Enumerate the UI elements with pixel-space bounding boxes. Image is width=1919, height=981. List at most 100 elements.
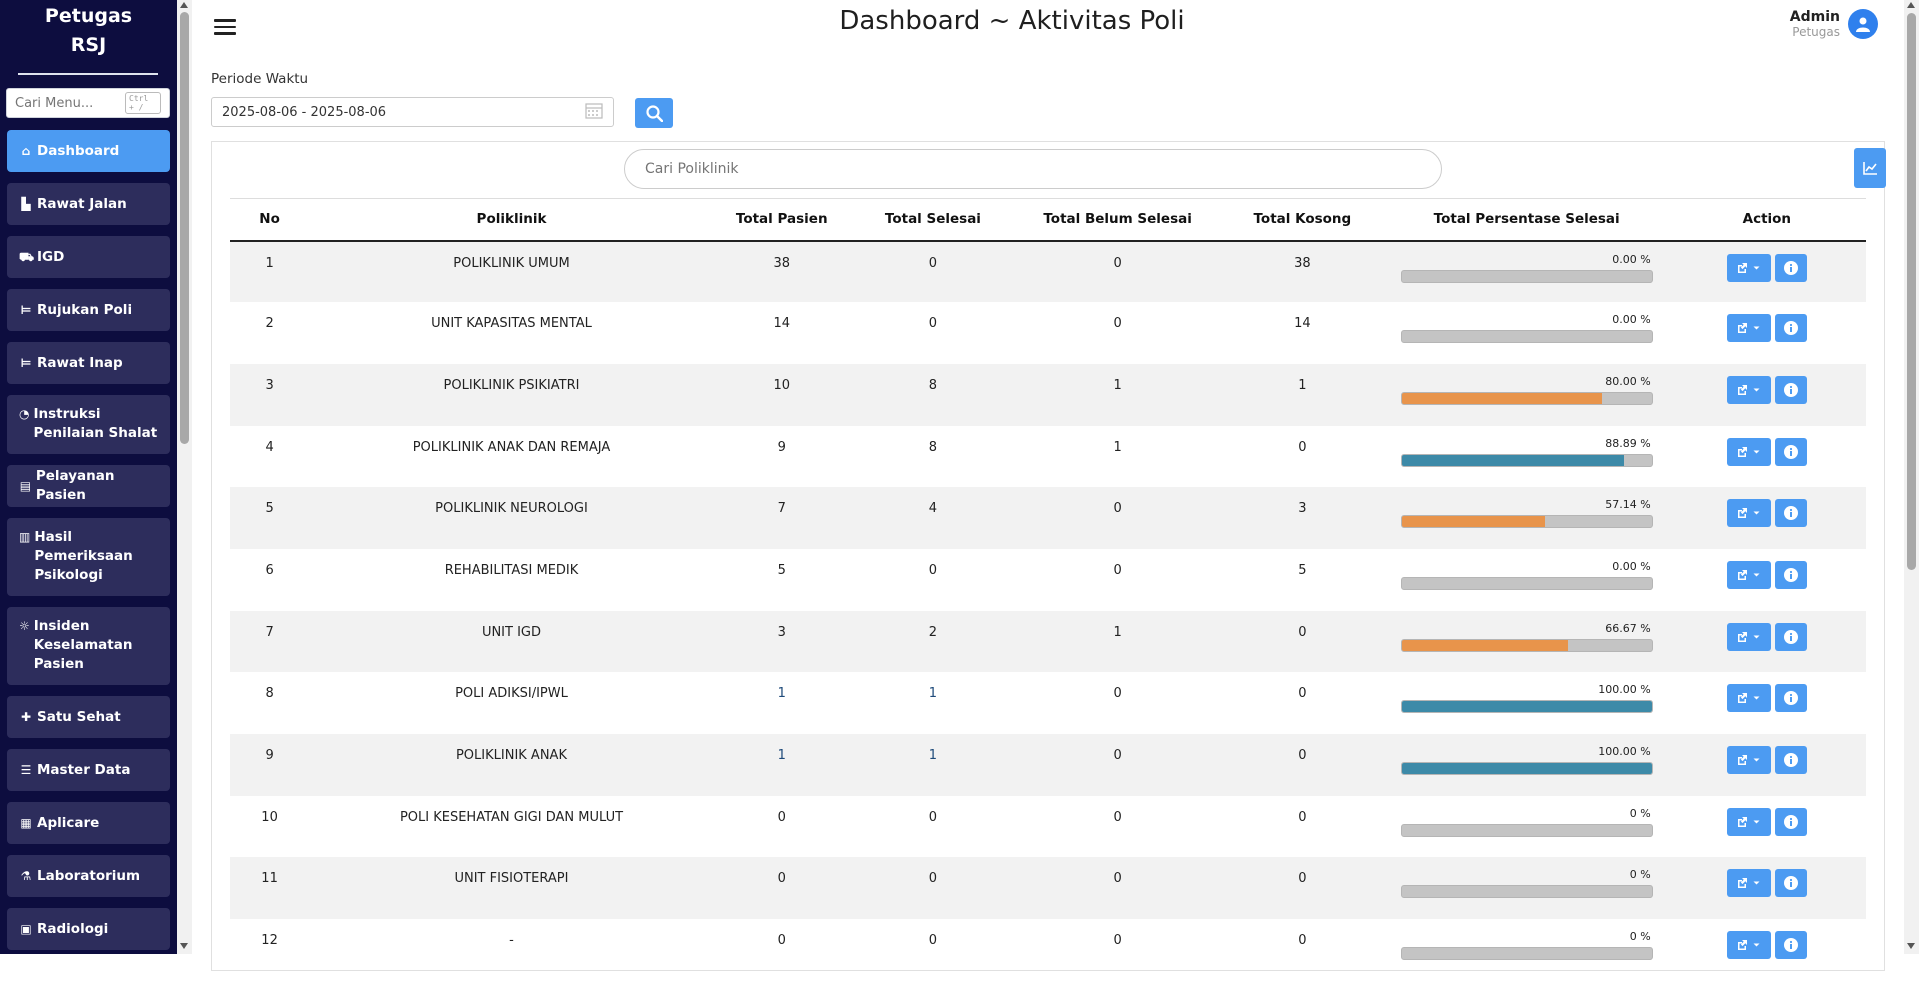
chart-view-button[interactable] bbox=[1854, 148, 1886, 188]
info-button[interactable] bbox=[1774, 622, 1807, 651]
open-dropdown-button[interactable] bbox=[1726, 375, 1771, 404]
column-header[interactable]: Total Belum Selesai bbox=[1016, 198, 1220, 242]
total-pasien: 0 bbox=[777, 809, 786, 825]
column-header[interactable]: Total Kosong bbox=[1219, 198, 1386, 242]
info-button[interactable] bbox=[1774, 931, 1807, 960]
percentage-text: 0.00 % bbox=[1612, 252, 1651, 266]
open-dropdown-button[interactable] bbox=[1726, 499, 1771, 528]
info-button[interactable] bbox=[1774, 560, 1807, 589]
period-search-button[interactable] bbox=[635, 98, 673, 128]
scroll-up-arrow-icon[interactable] bbox=[180, 2, 188, 8]
sidebar-item-rawat-jalan[interactable]: ▙ Rawat Jalan bbox=[7, 183, 170, 225]
progress-bar bbox=[1400, 269, 1653, 283]
sidebar-item-rujukan-poli[interactable]: ⊨ Rujukan Poli bbox=[7, 289, 170, 331]
sidebar-item-insiden-keselamatan-pasien[interactable]: ☼ Insiden Keselamatan Pasien bbox=[7, 607, 170, 685]
sidebar-item-instruksi-penilaian-shalat[interactable]: ◔ Instruksi Penilaian Shalat bbox=[7, 395, 170, 454]
info-button[interactable] bbox=[1774, 375, 1807, 404]
percentage-cell: 0 % bbox=[1386, 919, 1668, 981]
open-dropdown-button[interactable] bbox=[1726, 622, 1771, 651]
sidebar-item-laboratorium[interactable]: ⚗ Laboratorium bbox=[7, 855, 170, 897]
avatar[interactable] bbox=[1848, 9, 1878, 39]
menu-search-input[interactable] bbox=[15, 95, 125, 111]
open-dropdown-button[interactable] bbox=[1726, 931, 1771, 960]
open-dropdown-button[interactable] bbox=[1726, 437, 1771, 466]
sidebar-scrollbar[interactable] bbox=[177, 0, 192, 954]
column-header[interactable]: Poliklinik bbox=[309, 198, 714, 242]
progress-bar bbox=[1400, 391, 1653, 405]
action-cell bbox=[1668, 734, 1866, 796]
scroll-up-arrow-icon[interactable] bbox=[1907, 2, 1915, 8]
open-dropdown-button[interactable] bbox=[1726, 746, 1771, 774]
column-header[interactable]: No bbox=[230, 198, 310, 242]
percentage-text: 0 % bbox=[1629, 868, 1651, 882]
open-dropdown-button[interactable] bbox=[1726, 807, 1771, 836]
sidebar-item-label: Rujukan Poli bbox=[37, 301, 133, 318]
sidebar-item-label: Dashboard bbox=[37, 142, 120, 159]
info-button[interactable] bbox=[1774, 684, 1807, 713]
total-belum-selesai: 0 bbox=[1113, 562, 1122, 578]
external-link-icon bbox=[1738, 384, 1748, 395]
open-dropdown-button[interactable] bbox=[1726, 253, 1771, 282]
progress-bar bbox=[1400, 885, 1653, 899]
info-button[interactable] bbox=[1774, 746, 1807, 774]
table-row: 12 - 0 0 0 0 0 % bbox=[230, 919, 1866, 981]
sidebar-item-satu-sehat[interactable]: ✚ Satu Sehat bbox=[7, 696, 170, 738]
open-dropdown-button[interactable] bbox=[1726, 314, 1771, 343]
user-profile[interactable]: Admin Petugas bbox=[1790, 9, 1878, 39]
info-button[interactable] bbox=[1774, 314, 1807, 343]
info-button[interactable] bbox=[1774, 869, 1807, 898]
total-pasien: 38 bbox=[773, 255, 790, 271]
percentage-cell: 88.89 % bbox=[1386, 426, 1668, 488]
period-value: 2025-08-06 - 2025-08-06 bbox=[222, 104, 387, 120]
info-button[interactable] bbox=[1774, 499, 1807, 528]
user-name: Admin bbox=[1789, 9, 1840, 25]
info-button[interactable] bbox=[1774, 807, 1807, 836]
scroll-down-arrow-icon[interactable] bbox=[180, 943, 188, 949]
poli-search-input[interactable] bbox=[624, 149, 1442, 189]
sidebar-item-master-data[interactable]: ☰ Master Data bbox=[7, 749, 170, 791]
action-cell bbox=[1668, 302, 1866, 364]
progress-bar bbox=[1400, 330, 1653, 344]
total-belum-selesai: 0 bbox=[1113, 748, 1122, 763]
poliklinik-name: POLI KESEHATAN GIGI DAN MULUT bbox=[399, 809, 624, 825]
total-kosong: 5 bbox=[1298, 562, 1307, 578]
radiology-icon: ▣ bbox=[20, 921, 32, 936]
sidebar-item-igd[interactable]: ⛟ IGD bbox=[7, 236, 170, 278]
info-button[interactable] bbox=[1774, 253, 1807, 282]
scroll-down-arrow-icon[interactable] bbox=[1907, 943, 1915, 949]
external-link-icon bbox=[1738, 262, 1748, 273]
open-dropdown-button[interactable] bbox=[1726, 684, 1771, 713]
page-scroll-thumb[interactable] bbox=[1907, 13, 1916, 570]
table-header-row: No Poliklinik Total Pasien Total Selesai Tot… bbox=[230, 198, 1866, 242]
progress-bar bbox=[1400, 638, 1653, 652]
sidebar-item-hasil-pemeriksaan-psikologi[interactable]: ▥ Hasil Pemeriksaan Psikologi bbox=[7, 518, 170, 596]
percentage-cell: 100.00 % bbox=[1386, 734, 1668, 796]
sidebar-item-aplicare[interactable]: ▦ Aplicare bbox=[7, 802, 170, 844]
column-header[interactable]: Total Pasien bbox=[713, 198, 850, 242]
caret-down-icon bbox=[1753, 758, 1760, 762]
total-selesai: 0 bbox=[928, 809, 938, 825]
total-pasien: 1 bbox=[777, 686, 786, 702]
column-header[interactable]: Total Selesai bbox=[849, 198, 1017, 242]
column-header[interactable]: Action bbox=[1667, 198, 1866, 242]
info-button[interactable] bbox=[1774, 437, 1807, 466]
percentage-text: 0 % bbox=[1629, 930, 1651, 944]
calendar-icon[interactable] bbox=[585, 102, 603, 123]
open-dropdown-button[interactable] bbox=[1726, 560, 1771, 589]
total-belum-selesai: 0 bbox=[1113, 809, 1122, 825]
column-header[interactable]: Total Persentase Selesai bbox=[1385, 198, 1668, 242]
period-date-input[interactable]: 2025-08-06 - 2025-08-06 bbox=[211, 97, 614, 127]
sidebar-item-rawat-inap[interactable]: ⊨ Rawat Inap bbox=[7, 342, 170, 384]
progress-fill bbox=[1401, 392, 1602, 404]
sidebar-item-dashboard[interactable]: ⌂ Dashboard bbox=[7, 130, 170, 172]
caret-down-icon bbox=[1753, 450, 1760, 454]
page-scrollbar[interactable] bbox=[1904, 0, 1919, 954]
menu-search-box[interactable]: Ctrl + / bbox=[6, 88, 170, 118]
action-cell bbox=[1668, 611, 1866, 673]
progress-bar bbox=[1400, 576, 1653, 590]
open-dropdown-button[interactable] bbox=[1726, 869, 1771, 898]
sidebar-item-pelayanan-pasien[interactable]: ▤ Pelayanan Pasien bbox=[7, 465, 170, 507]
sidebar-item-radiologi[interactable]: ▣ Radiologi bbox=[7, 908, 170, 950]
total-belum-selesai: 0 bbox=[1113, 871, 1122, 887]
sidebar-scroll-thumb[interactable] bbox=[180, 12, 189, 444]
